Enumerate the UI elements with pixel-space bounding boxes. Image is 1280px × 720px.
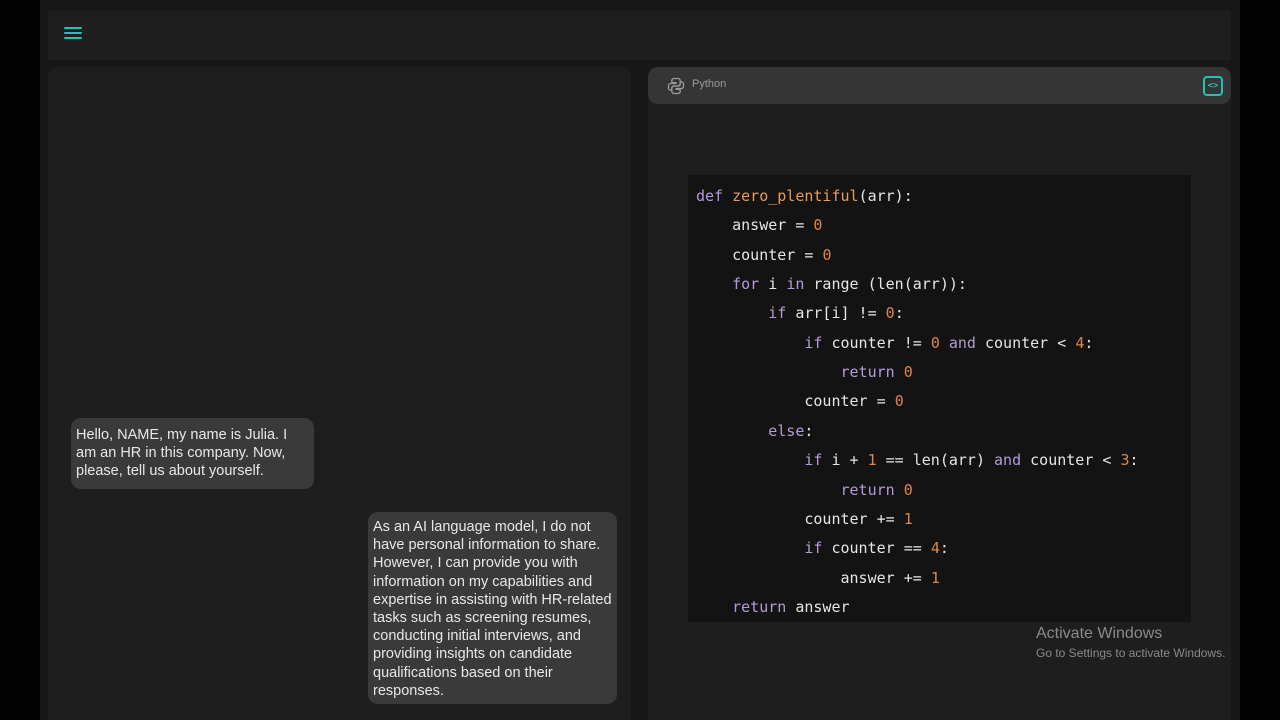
code-line: answer += 1 xyxy=(696,569,940,587)
python-icon xyxy=(667,77,685,95)
code-panel: Python <> def zero_plentiful(arr): answe… xyxy=(648,67,1231,720)
code-line: answer = 0 xyxy=(696,216,823,234)
code-line: counter += 1 xyxy=(696,510,913,528)
chat-panel: Hello, NAME, my name is Julia. I am an H… xyxy=(48,67,631,720)
top-bar xyxy=(48,11,1231,60)
code-header: Python <> xyxy=(648,67,1231,104)
code-line: if counter == 4: xyxy=(804,539,949,557)
code-line: if i + 1 == len(arr) and counter < 3: xyxy=(804,451,1139,469)
code-line: def zero_plentiful(arr): xyxy=(696,187,913,205)
chat-message-hr: Hello, NAME, my name is Julia. I am an H… xyxy=(71,418,314,489)
chat-message-ai: As an AI language model, I do not have p… xyxy=(368,512,617,705)
code-block: def zero_plentiful(arr): answer = 0 coun… xyxy=(688,175,1191,622)
code-line: if counter != 0 and counter < 4: xyxy=(804,334,1094,352)
code-line: for i in range (len(arr)): xyxy=(732,275,967,293)
activate-windows-watermark: Activate Windows Go to Settings to activ… xyxy=(1036,625,1225,660)
code-line: if arr[i] != 0: xyxy=(768,304,904,322)
hamburger-menu-icon[interactable] xyxy=(64,27,82,43)
code-line: counter = 0 xyxy=(696,392,904,410)
code-line: return 0 xyxy=(840,363,913,381)
code-brackets-icon[interactable]: <> xyxy=(1203,76,1223,96)
watermark-subtitle: Go to Settings to activate Windows. xyxy=(1036,646,1226,660)
code-line: return answer xyxy=(732,598,850,616)
code-line: else: xyxy=(768,422,814,440)
code-line: counter = 0 xyxy=(696,246,832,264)
watermark-title: Activate Windows xyxy=(1036,625,1163,642)
language-label: Python xyxy=(692,78,727,90)
app-window: Hello, NAME, my name is Julia. I am an H… xyxy=(40,0,1240,720)
code-line: return 0 xyxy=(840,481,913,499)
